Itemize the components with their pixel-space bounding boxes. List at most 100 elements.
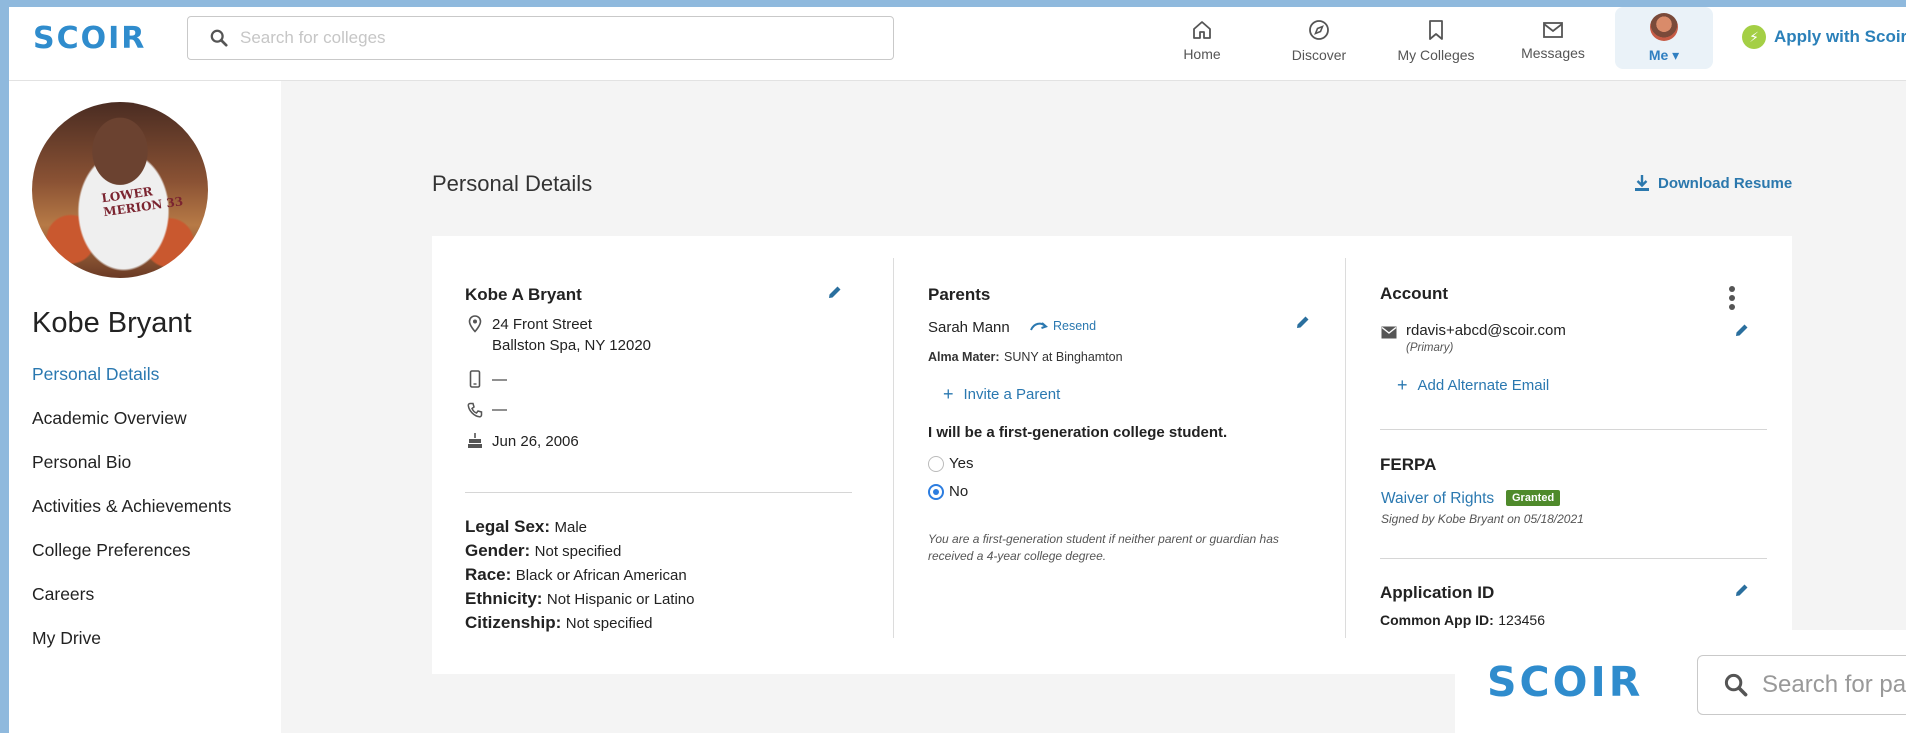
resend-arrow-icon [1030,322,1048,331]
address-line-1: 24 Front Street [492,316,593,333]
citizenship-value: Not specified [565,615,653,632]
menu-activities-achievements[interactable]: Activities & Achievements [32,496,231,540]
nav-me[interactable]: Me ▾ [1615,7,1713,69]
top-nav: SCOIR Home Discover My Colle [9,7,1906,81]
nav-my-colleges[interactable]: My Colleges [1381,13,1491,69]
race-label: Race: [465,565,512,584]
primary-tag: (Primary) [1406,342,1454,354]
citizenship-row: Citizenship: Not specified [465,613,653,633]
first-gen-note-line-1: You are a first-generation student if ne… [928,532,1279,546]
compass-icon [1309,20,1329,40]
alma-mater-label: Alma Mater: [928,350,1000,364]
race-row: Race: Black or African American [465,565,687,585]
nav-messages-label: Messages [1521,45,1585,61]
column-divider [1345,258,1346,638]
overlay-search[interactable]: Search for pa [1697,655,1906,715]
add-alternate-email-button[interactable]: + Add Alternate Email [1397,375,1549,396]
scoir-logo[interactable]: SCOIR [1487,658,1643,706]
nav-home[interactable]: Home [1147,13,1257,69]
parent-name: Sarah Mann [928,319,1010,336]
menu-my-drive[interactable]: My Drive [32,628,231,672]
apply-label: Apply with Scoir [1774,27,1906,46]
plus-icon: + [943,384,954,404]
scoir-logo[interactable]: SCOIR [33,21,146,56]
nav-me-label: Me ▾ [1648,46,1680,63]
nav-home-label: Home [1183,46,1221,62]
envelope-icon [1381,326,1397,339]
avatar [1650,12,1678,41]
edit-application-id-pencil-icon[interactable] [1734,582,1750,598]
edit-email-pencil-icon[interactable] [1734,322,1750,338]
legal-sex-row: Legal Sex: Male [465,517,587,537]
invite-parent-button[interactable]: + Invite a Parent [943,384,1060,405]
overlay-search-text: Search for pa [1762,671,1906,698]
menu-academic-overview[interactable]: Academic Overview [32,408,231,452]
granted-badge: Granted [1506,490,1561,506]
search-icon [1724,673,1748,697]
menu-personal-bio[interactable]: Personal Bio [32,452,231,496]
first-gen-yes-label[interactable]: Yes [949,455,973,472]
gender-label: Gender: [465,541,531,560]
ethnicity-row: Ethnicity: Not Hispanic or Latino [465,589,694,609]
citizenship-label: Citizenship: [465,613,562,632]
first-gen-question: I will be a first-generation college stu… [928,424,1228,441]
race-value: Black or African American [515,567,687,584]
bookmark-icon [1429,20,1443,40]
download-resume-button[interactable]: Download Resume [1634,174,1792,192]
menu-careers[interactable]: Careers [32,584,231,628]
add-email-label: Add Alternate Email [1417,377,1550,394]
nav-discover-label: Discover [1291,47,1347,63]
legal-sex-label: Legal Sex: [465,517,551,536]
personal-details-card: Kobe A Bryant 24 Front Street Ballston S… [432,236,1792,674]
nav-my-colleges-label: My Colleges [1397,47,1475,63]
gender-row: Gender: Not specified [465,541,621,561]
column-divider [893,258,894,638]
alma-mater-row: Alma Mater: SUNY at Binghamton [928,348,1123,366]
page-title: Personal Details [432,171,593,196]
profile-photo: LOWER MERION 33 [32,102,208,278]
nav-discover[interactable]: Discover [1264,13,1374,69]
college-search[interactable] [187,16,894,60]
ferpa-signed-note: Signed by Kobe Bryant on 05/18/2021 [1381,512,1584,526]
resend-invite-button[interactable]: Resend [1029,319,1096,333]
search-icon [210,29,228,47]
profile-name: Kobe Bryant [32,307,192,339]
divider [1380,558,1767,559]
divider [1380,429,1767,430]
gender-value: Not specified [534,543,622,560]
first-gen-yes-radio[interactable] [928,456,944,472]
download-icon [1635,175,1649,191]
student-full-name: Kobe A Bryant [465,285,582,304]
first-gen-note-line-2: received a 4-year college degree. [928,549,1107,563]
birthday-cake-icon [468,433,482,448]
mobile-phone-icon [469,370,481,388]
account-heading: Account [1380,284,1448,303]
menu-personal-details[interactable]: Personal Details [32,364,231,408]
plus-icon: + [1397,375,1408,395]
alma-mater-value: SUNY at Binghamton [1004,350,1123,364]
divider [465,492,852,493]
more-options-icon[interactable] [1729,286,1737,313]
nav-messages[interactable]: Messages [1498,13,1608,69]
phone-icon [467,402,483,418]
address-line-2: Ballston Spa, NY 12020 [492,337,652,354]
jersey-lettering: LOWER MERION 33 [100,184,185,220]
waiver-of-rights-link[interactable]: Waiver of Rights [1381,490,1494,508]
first-gen-no-label[interactable]: No [949,483,968,500]
search-input[interactable] [240,28,840,48]
overlapping-window: SCOIR Search for pa [1455,630,1906,733]
profile-menu: Personal Details Academic Overview Perso… [32,364,231,672]
ethnicity-label: Ethnicity: [465,589,543,608]
account-email: rdavis+abcd@scoir.com [1406,322,1566,339]
first-gen-no-radio[interactable] [928,484,944,500]
edit-student-pencil-icon[interactable] [827,284,843,300]
apply-with-scoir-button[interactable]: ⚡ Apply with Scoir [1742,25,1906,49]
menu-college-preferences[interactable]: College Preferences [32,540,231,584]
common-app-label: Common App ID: [1380,612,1494,628]
edit-parents-pencil-icon[interactable] [1295,314,1311,330]
common-app-row: Common App ID: 123456 [1380,612,1545,630]
resend-label: Resend [1053,319,1097,333]
profile-sidebar: LOWER MERION 33 Kobe Bryant Personal Det… [9,81,281,733]
legal-sex-value: Male [554,519,588,536]
birthday-value: Jun 26, 2006 [492,433,579,450]
